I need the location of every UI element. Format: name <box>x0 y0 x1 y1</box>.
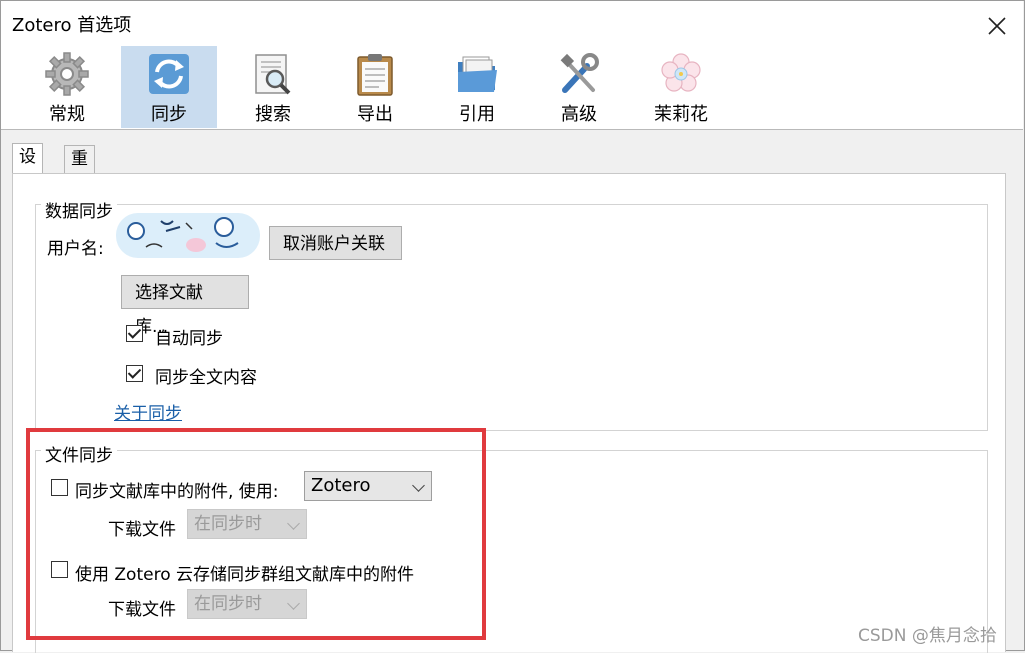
toolbar-label-export: 导出 <box>357 104 393 125</box>
folder-icon <box>458 56 497 92</box>
tools-icon <box>560 53 599 93</box>
toolbar-item-cite[interactable]: 引用 <box>429 46 525 128</box>
toolbar-label-jasmine: 茉莉花 <box>654 104 708 125</box>
preferences-toolbar: 常规 同步 搜索 导出 引用 高级 茉莉花 <box>1 46 1023 130</box>
fulltext-sync-label: 同步全文内容 <box>155 368 257 388</box>
fulltext-sync-checkbox[interactable] <box>126 365 143 382</box>
data-sync-legend: 数据同步 <box>41 197 117 222</box>
sync-icon <box>149 54 189 94</box>
toolbar-label-advanced: 高级 <box>561 104 597 125</box>
about-sync-link[interactable]: 关于同步 <box>114 399 182 424</box>
window-title: Zotero 首选项 <box>12 15 132 36</box>
flower-icon <box>661 53 701 92</box>
toolbar-item-advanced[interactable]: 高级 <box>531 46 627 128</box>
choose-libraries-button[interactable]: 选择文献库... <box>121 275 249 337</box>
highlight-box <box>26 428 486 640</box>
title-bar <box>1 1 1023 46</box>
clipboard-icon <box>357 54 393 96</box>
unlink-account-button[interactable]: 取消账户关联 <box>269 226 402 260</box>
username-redacted-image <box>116 213 260 258</box>
toolbar-item-general[interactable]: 常规 <box>19 46 115 128</box>
gear-icon <box>45 52 89 96</box>
close-button[interactable] <box>980 10 1014 42</box>
toolbar-label-sync: 同步 <box>151 104 187 125</box>
username-label: 用户名: <box>47 239 104 259</box>
toolbar-item-sync[interactable]: 同步 <box>121 46 217 128</box>
toolbar-label-search: 搜索 <box>255 104 291 125</box>
tab-reset[interactable]: 重置 <box>64 145 95 196</box>
tab-settings[interactable]: 设置 <box>12 143 43 194</box>
close-icon <box>988 17 1006 35</box>
search-icon <box>255 54 291 95</box>
toolbar-label-general: 常规 <box>49 104 85 125</box>
toolbar-item-search[interactable]: 搜索 <box>225 46 321 128</box>
auto-sync-checkbox[interactable] <box>126 325 143 342</box>
auto-sync-label: 自动同步 <box>155 329 223 349</box>
toolbar-item-export[interactable]: 导出 <box>327 46 423 128</box>
watermark-text: CSDN @焦月念拾 <box>858 626 997 646</box>
toolbar-item-jasmine[interactable]: 茉莉花 <box>633 46 729 128</box>
toolbar-label-cite: 引用 <box>459 104 495 125</box>
